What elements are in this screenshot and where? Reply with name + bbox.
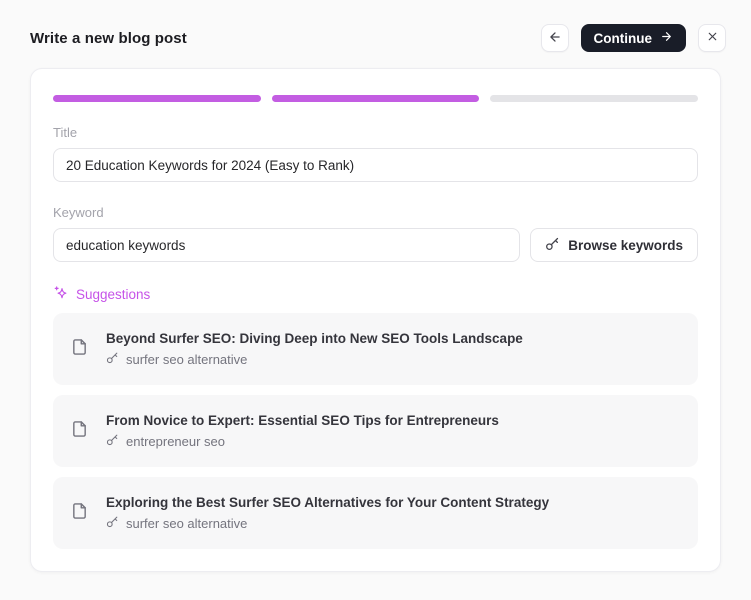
arrow-left-icon [548,30,562,47]
key-icon [106,351,119,367]
page-title: Write a new blog post [30,29,187,47]
suggestion-keyword: surfer seo alternative [126,351,248,367]
suggestion-item[interactable]: Exploring the Best Surfer SEO Alternativ… [53,477,698,549]
browse-keywords-button[interactable]: Browse keywords [530,228,698,262]
browse-keywords-label: Browse keywords [568,237,683,253]
key-icon [545,236,560,254]
file-icon [71,419,88,444]
suggestion-keyword: surfer seo alternative [126,515,248,531]
suggestion-title: Exploring the Best Surfer SEO Alternativ… [106,495,550,510]
blog-post-wizard-card: Title Keyword Browse keywords Suggestion… [30,68,721,572]
suggestion-keyword: entrepreneur seo [126,433,226,449]
back-button[interactable] [540,24,569,52]
keyword-field-group: Keyword Browse keywords [53,205,698,262]
key-icon [106,515,119,531]
file-icon [71,337,88,362]
progress-bar [53,95,699,102]
file-icon [71,501,88,526]
keyword-input[interactable] [53,228,521,262]
suggestions-header: Suggestions [53,285,698,304]
progress-step-3-pending [490,95,699,102]
suggestion-item[interactable]: From Novice to Expert: Essential SEO Tip… [53,395,698,467]
keyword-field-label: Keyword [53,205,104,220]
suggestion-title: From Novice to Expert: Essential SEO Tip… [106,413,499,428]
arrow-right-icon [660,30,673,46]
sparkles-icon [53,285,69,304]
progress-step-1-complete [53,95,261,102]
dialog-header: Write a new blog post Continue [0,0,751,52]
continue-button-label: Continue [593,30,653,46]
suggestion-title: Beyond Surfer SEO: Diving Deep into New … [106,331,523,346]
suggestions-label: Suggestions [76,287,151,302]
title-input[interactable] [53,148,698,182]
suggestion-list: Beyond Surfer SEO: Diving Deep into New … [53,313,698,549]
header-actions: Continue [540,24,726,52]
title-field-label: Title [53,125,78,140]
continue-button[interactable]: Continue [580,24,686,52]
title-field-group: Title [53,125,698,182]
suggestion-item[interactable]: Beyond Surfer SEO: Diving Deep into New … [53,313,698,385]
progress-step-2-complete [271,95,480,102]
close-button[interactable] [698,24,726,52]
close-icon [706,30,719,46]
key-icon [106,433,119,449]
